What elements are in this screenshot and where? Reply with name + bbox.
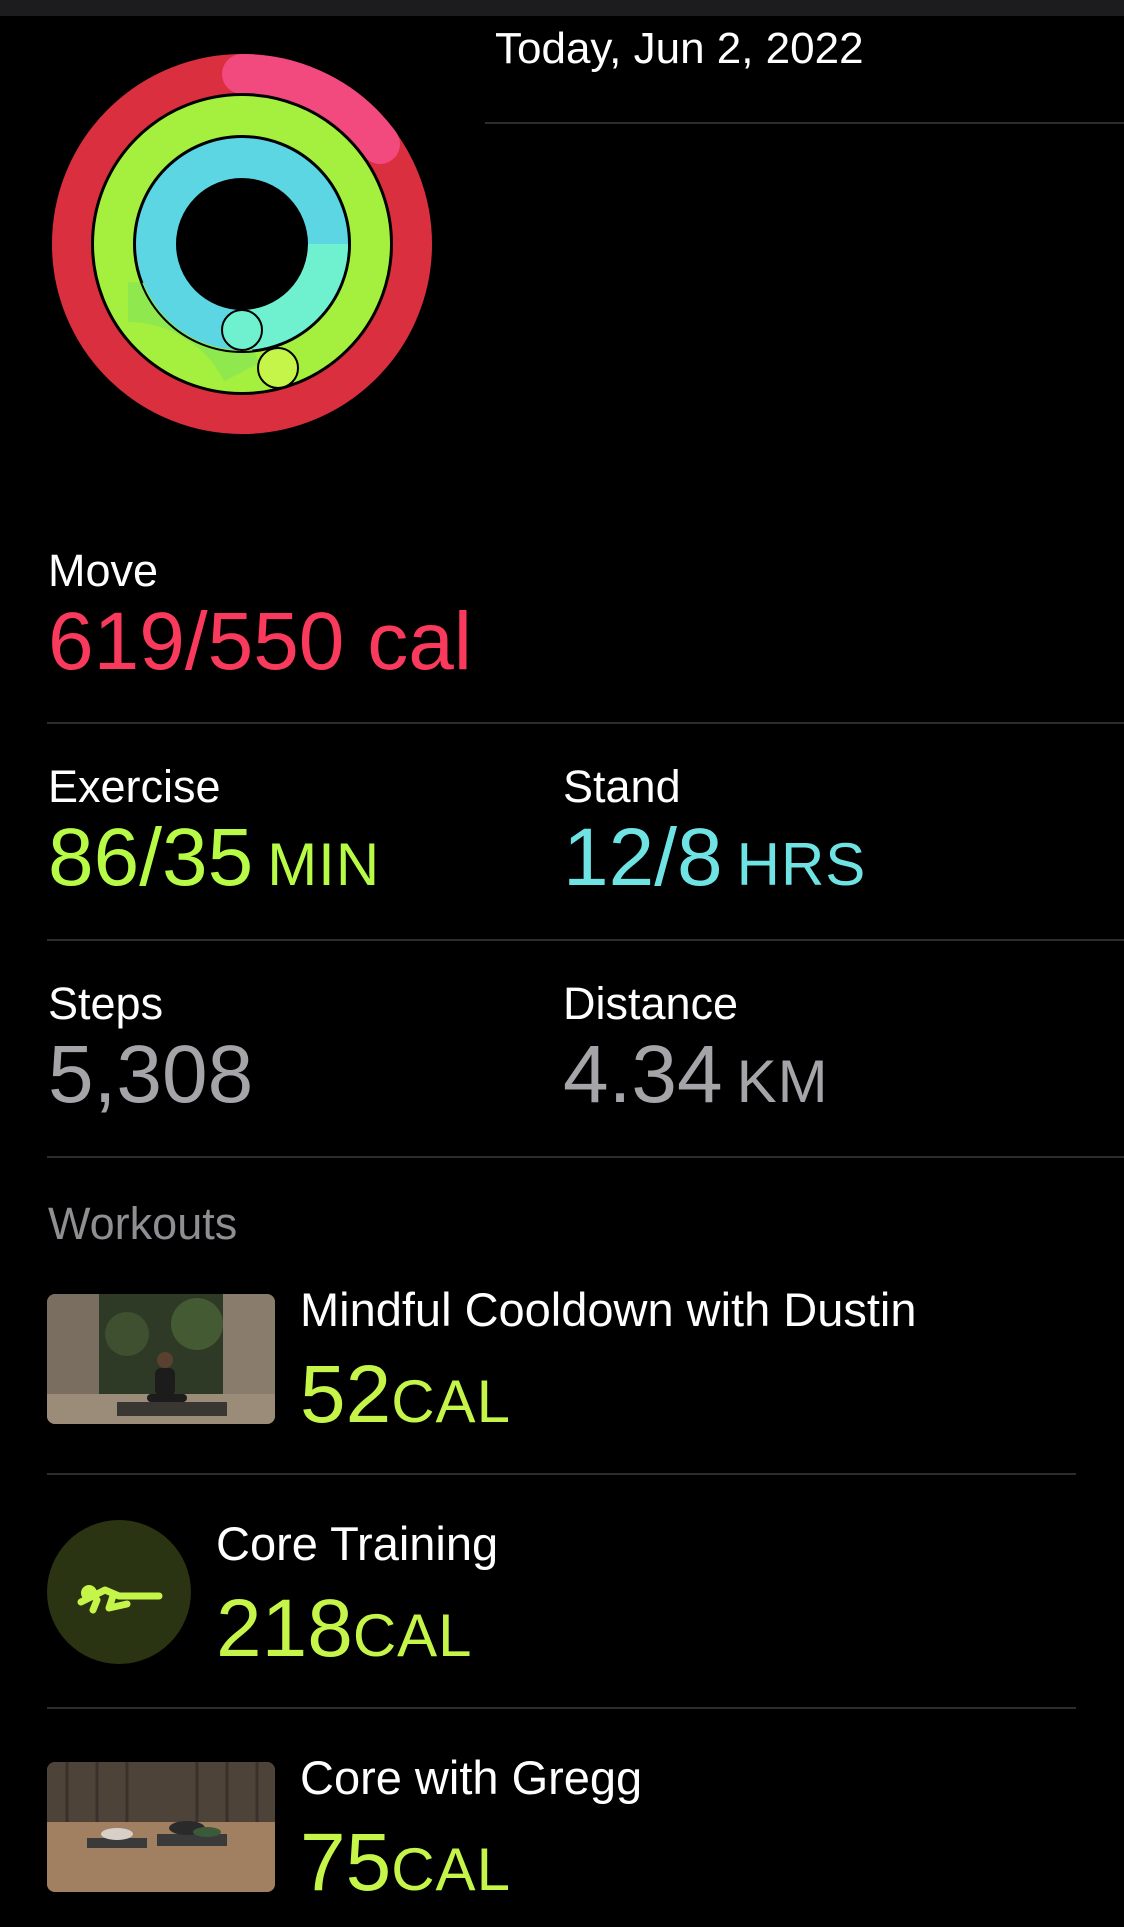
video-thumbnail	[47, 1762, 275, 1892]
exercise-number: 86/35	[48, 812, 254, 903]
activity-rings[interactable]	[48, 50, 436, 438]
exercise-ring-cap	[257, 347, 299, 389]
workout-calories: 218CAL	[216, 1588, 473, 1670]
workouts-heading: Workouts	[48, 1198, 238, 1249]
divider	[47, 939, 1124, 941]
exercise-stat[interactable]: Exercise 86/35 MIN	[48, 764, 380, 899]
status-bar-strip	[0, 0, 1124, 16]
core-training-icon	[47, 1520, 191, 1664]
video-thumbnail-image	[47, 1762, 275, 1892]
distance-number: 4.34	[563, 1029, 723, 1120]
workout-name: Core Training	[216, 1517, 499, 1570]
move-value: 619/550 cal	[48, 596, 473, 687]
workout-calories-number: 218	[216, 1583, 353, 1674]
workout-row[interactable]: Mindful Cooldown with Dustin 52CAL	[47, 1283, 1077, 1452]
activity-rings-graphic	[52, 53, 432, 434]
stand-ring-cap	[221, 309, 263, 351]
divider	[47, 1707, 1076, 1709]
workout-row[interactable]: Core Training 218CAL	[47, 1517, 1077, 1670]
exercise-label: Exercise	[48, 761, 221, 812]
stand-stat[interactable]: Stand 12/8 HRS	[563, 764, 866, 899]
distance-unit: KM	[736, 1048, 829, 1115]
workout-row[interactable]: Core with Gregg 75CAL	[47, 1751, 1077, 1918]
workout-calories: 52CAL	[300, 1354, 511, 1436]
workout-name: Mindful Cooldown with Dustin	[300, 1283, 917, 1336]
ring-center	[178, 180, 306, 308]
workout-calories-number: 75	[300, 1817, 392, 1908]
exercise-unit: MIN	[267, 831, 381, 898]
stand-value: 12/8 HRS	[563, 817, 866, 899]
stand-label: Stand	[563, 761, 681, 812]
move-label: Move	[48, 545, 159, 596]
steps-label: Steps	[48, 978, 164, 1029]
workout-calories-unit: CAL	[391, 1836, 511, 1903]
workout-calories: 75CAL	[300, 1822, 511, 1904]
stand-unit: HRS	[736, 831, 867, 898]
workout-calories-unit: CAL	[391, 1368, 511, 1435]
move-stat[interactable]: Move 619/550 cal	[48, 548, 472, 683]
steps-value: 5,308	[48, 1029, 254, 1120]
workout-calories-unit: CAL	[352, 1602, 473, 1669]
distance-value: 4.34 KM	[563, 1034, 829, 1116]
page-date: Today, Jun 2, 2022	[495, 24, 864, 73]
distance-label: Distance	[563, 978, 739, 1029]
divider	[47, 1156, 1124, 1158]
divider	[47, 722, 1124, 724]
workout-calories-number: 52	[300, 1349, 392, 1440]
core-training-figure	[77, 1585, 163, 1614]
exercise-value: 86/35 MIN	[48, 817, 380, 899]
divider	[47, 1473, 1076, 1475]
video-thumbnail-image	[47, 1294, 275, 1424]
workout-name: Core with Gregg	[300, 1751, 643, 1804]
divider	[485, 122, 1124, 124]
video-thumbnail	[47, 1294, 275, 1424]
stand-number: 12/8	[563, 812, 723, 903]
distance-stat[interactable]: Distance 4.34 KM	[563, 981, 829, 1116]
steps-stat[interactable]: Steps 5,308	[48, 981, 253, 1116]
